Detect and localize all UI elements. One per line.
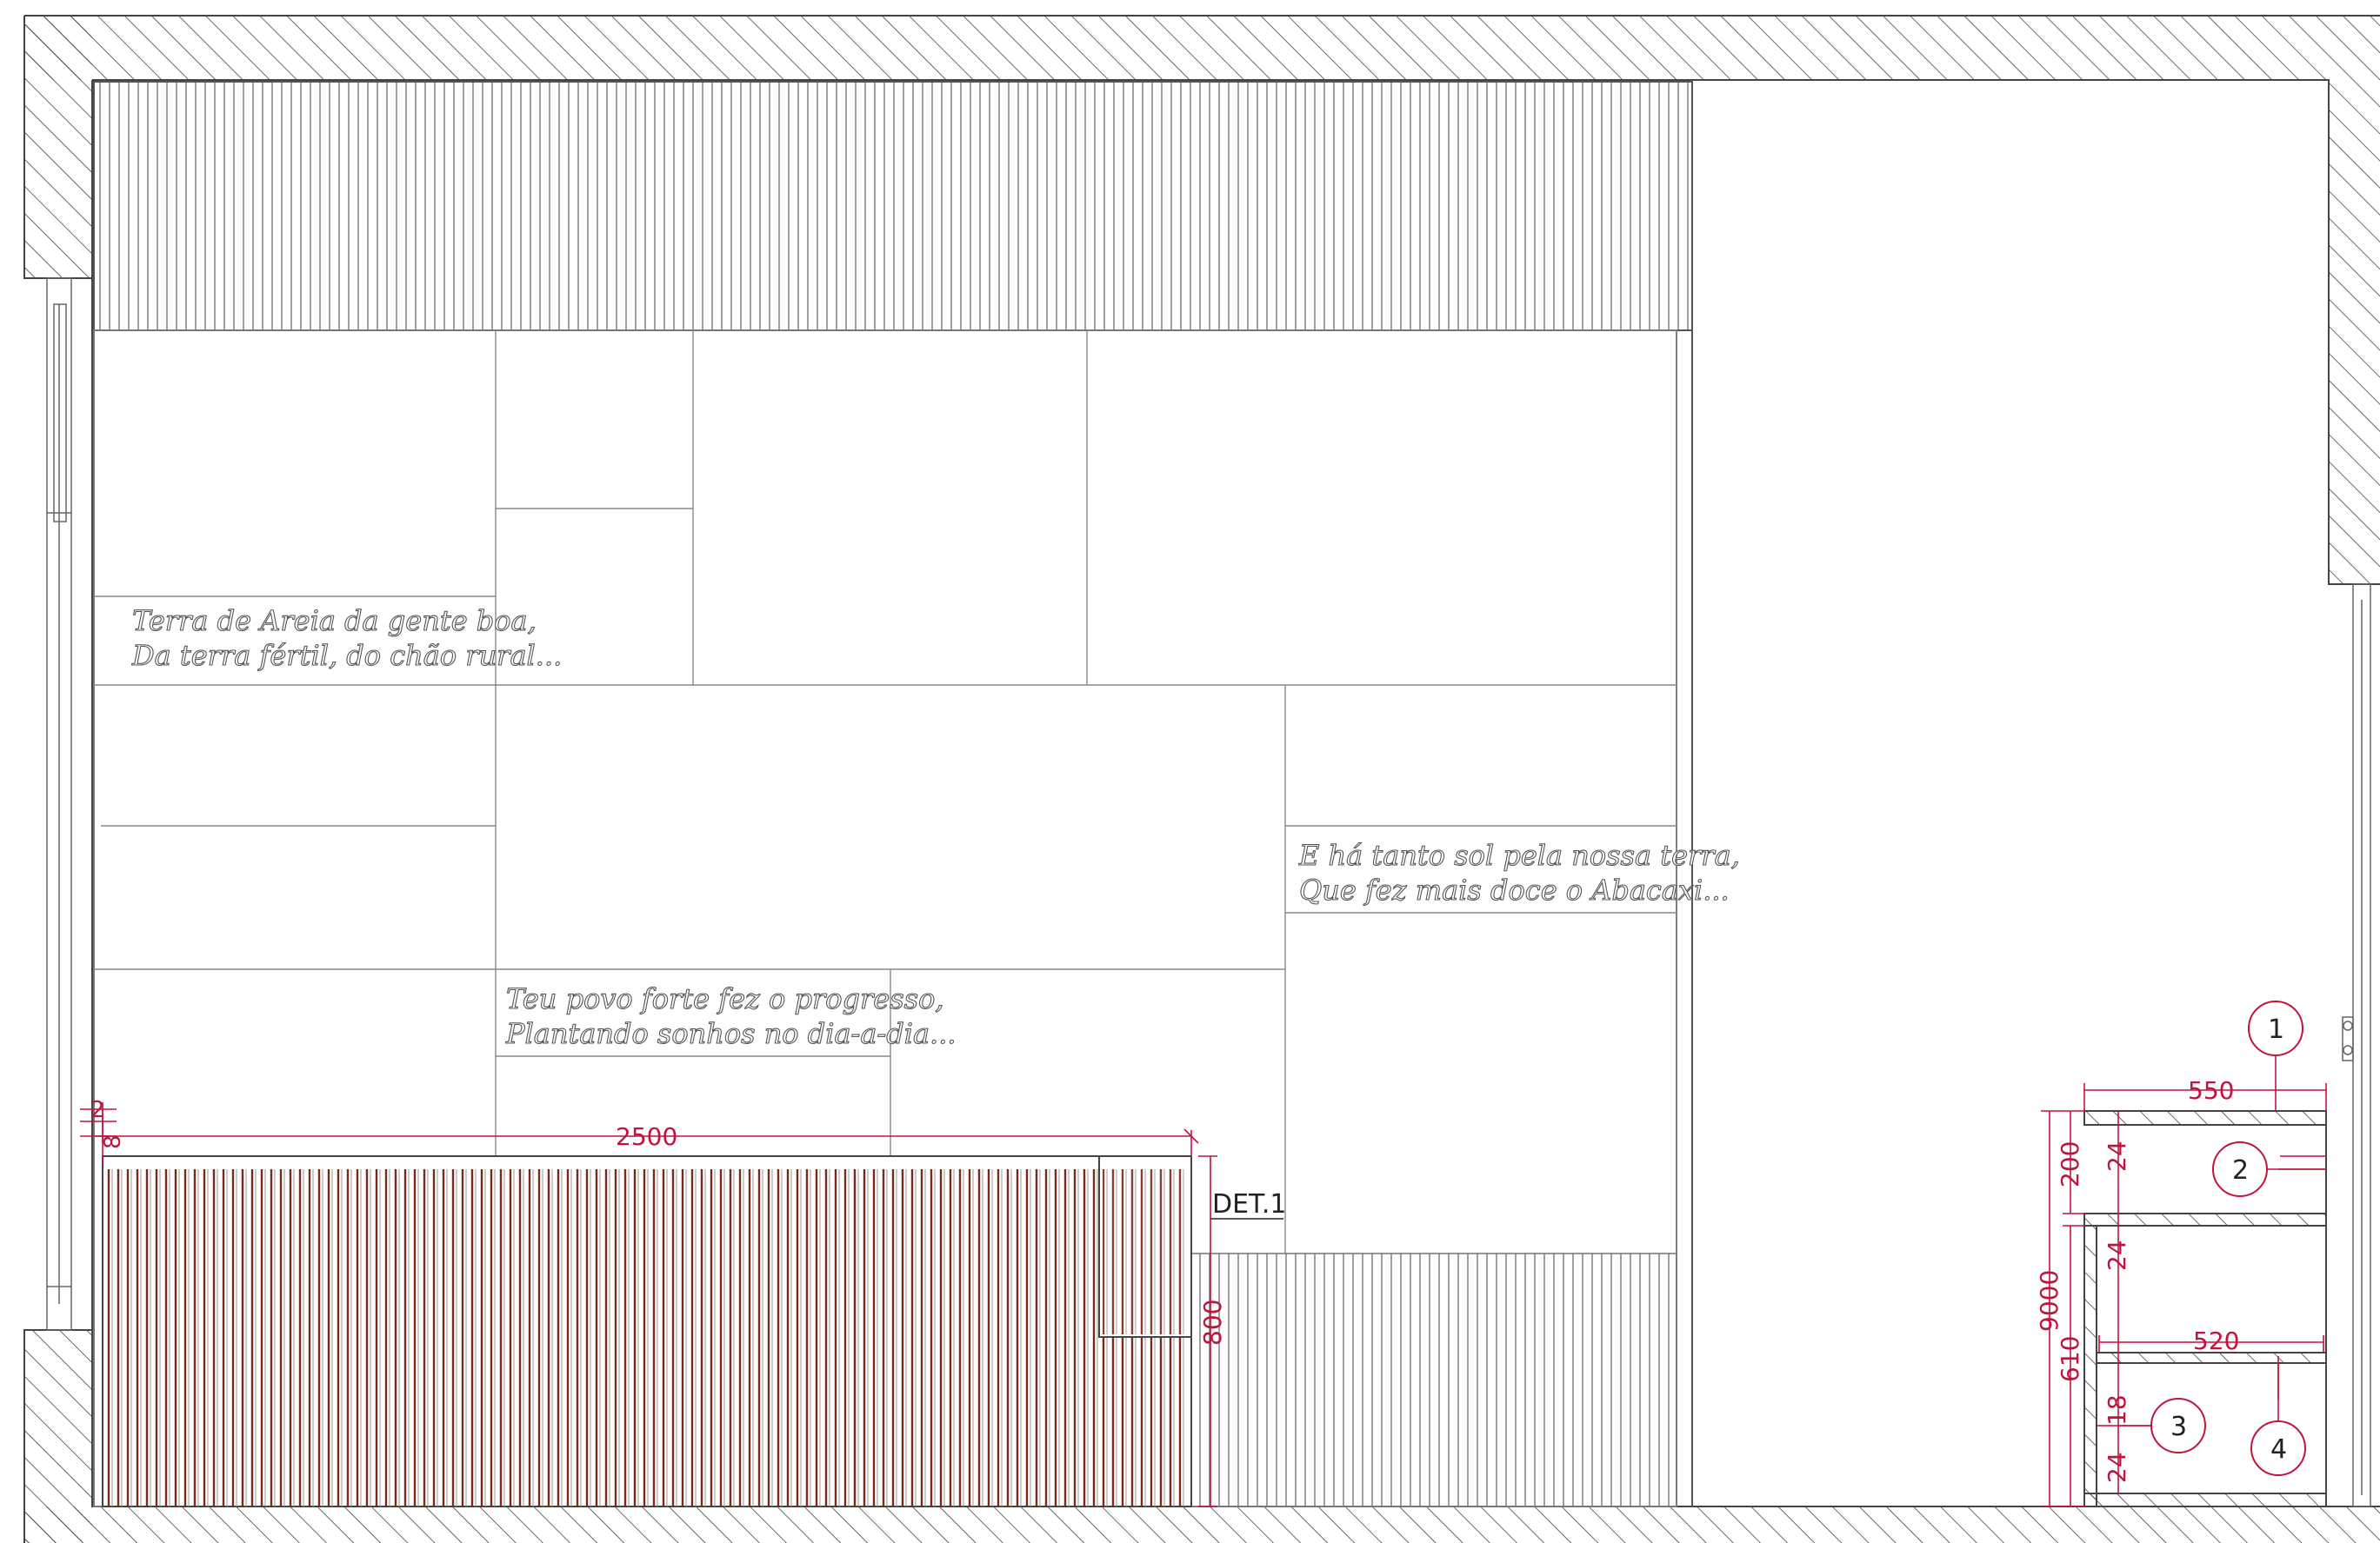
callout-1: 1 [2248,1001,2303,1056]
callout-4-number: 4 [2270,1434,2287,1465]
cabinet-dimension-labels: 550 520 9000 200 610 24 24 18 24 [2035,1076,2239,1483]
callout-2: 2 [2212,1141,2326,1197]
dim-cabinet-width: 550 [2188,1076,2234,1105]
dim-shelf-thickness: 18 [2103,1394,2131,1426]
dim-top-gap-b: 8 [100,1134,126,1149]
dim-total-height: 9000 [2035,1270,2063,1332]
slatted-bench [102,1155,1192,1507]
callout-4: 4 [2250,1363,2306,1476]
verse-2-line-2: Que fez mais doce o Abacaxi... [1299,874,1730,907]
detail-label-group: DET.1 [1210,1189,1286,1220]
dim-bench-length: 2500 [616,1122,677,1151]
verse-1: Terra de Areia da gente boa, Da terra fé… [130,603,562,672]
window-frame [46,277,72,1331]
verse-2-line-1: E há tanto sol pela nossa terra, [1298,839,1740,872]
verse-3-line-2: Plantando sonhos no dia-a-dia... [505,1017,957,1050]
dim-shelf-width: 520 [2193,1327,2239,1355]
dim-board-bottom: 24 [2103,1452,2131,1483]
tile-grid [94,330,1677,1254]
elevation-drawing: Terra de Areia da gente boa, Da terra fé… [23,15,2380,1543]
callout-3-number: 3 [2170,1412,2187,1442]
dim-upper-height: 200 [2056,1141,2084,1187]
verse-3-line-1: Teu povo forte fez o progresso, [506,982,944,1015]
verse-3: Teu povo forte fez o progresso, Plantand… [504,981,957,1050]
callout-2-number: 2 [2232,1155,2249,1186]
dim-bench-height: 800 [1198,1300,1227,1346]
dim-top-gap-a: 2 [90,1097,105,1123]
dim-board-top: 24 [2103,1141,2131,1172]
dim-lower-height: 610 [2056,1336,2084,1382]
lower-slat-panel [1190,1253,1677,1507]
callout-1-number: 1 [2268,1014,2284,1045]
verse-1-line-2: Da terra fértil, do chão rural... [131,639,562,672]
verse-2: E há tanto sol pela nossa terra, Que fez… [1297,838,1740,907]
verse-1-line-1: Terra de Areia da gente boa, [132,604,537,637]
door-frame [2342,583,2371,1507]
top-slat-panel [93,81,1693,331]
detail-label: DET.1 [1212,1189,1286,1220]
dim-board-mid: 24 [2103,1240,2131,1271]
